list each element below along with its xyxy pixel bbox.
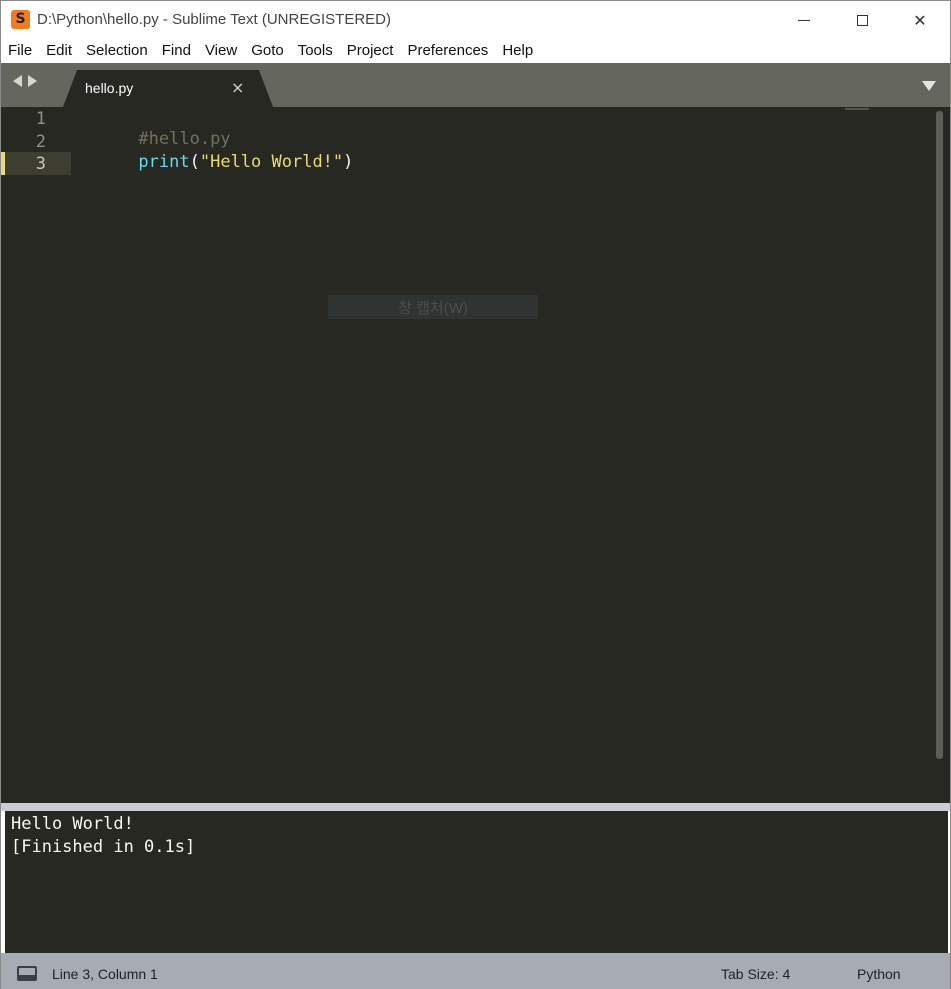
punctuation-token: ) — [343, 152, 354, 172]
current-line-marker — [1, 152, 5, 175]
app-window: S D:\Python\hello.py - Sublime Text (UNR… — [0, 0, 951, 989]
line-number: 2 — [35, 132, 46, 152]
tab-close-icon[interactable]: × — [231, 78, 244, 97]
line-number: 1 — [35, 109, 46, 129]
maximize-icon — [856, 14, 868, 26]
cursor-position: Line 3, Column 1 — [52, 966, 158, 982]
next-tab-arrow-icon[interactable] — [28, 75, 37, 87]
syntax-indicator[interactable]: Python — [857, 966, 901, 982]
code-line-2[interactable]: print("Hello World!") — [77, 132, 353, 192]
tab-size-indicator[interactable]: Tab Size: 4 — [721, 966, 790, 982]
punctuation-token: ( — [189, 152, 200, 172]
window-title: D:\Python\hello.py - Sublime Text (UNREG… — [37, 11, 392, 28]
menu-view[interactable]: View — [200, 39, 242, 63]
menu-file[interactable]: File — [3, 39, 37, 63]
window-capture-label: 창 캡처(W) — [398, 299, 468, 317]
editor-scrollbar[interactable] — [936, 111, 943, 759]
menu-tools[interactable]: Tools — [293, 39, 338, 63]
line-number-gutter: 1 2 3 — [1, 107, 71, 803]
previous-tab-arrow-icon[interactable] — [13, 75, 22, 87]
menu-help[interactable]: Help — [497, 39, 538, 63]
close-icon: ✕ — [913, 10, 927, 30]
menu-project[interactable]: Project — [342, 39, 399, 63]
minimap[interactable] — [845, 108, 869, 110]
menu-bar: File Edit Selection Find View Goto Tools… — [1, 39, 950, 63]
menu-edit[interactable]: Edit — [41, 39, 77, 63]
menu-preferences[interactable]: Preferences — [402, 39, 493, 63]
code-editor[interactable]: 1 2 3 #hello.py print("Hello World!") 창 … — [1, 107, 950, 803]
title-bar[interactable]: S D:\Python\hello.py - Sublime Text (UNR… — [1, 1, 950, 39]
output-line: [Finished in 0.1s] — [11, 837, 196, 857]
line-number-current: 3 — [35, 154, 46, 174]
output-line: Hello World! — [11, 814, 134, 834]
minimize-icon — [798, 19, 810, 21]
status-bar: Line 3, Column 1 Tab Size: 4 Python — [1, 953, 950, 989]
window-capture-overlay: 창 캡처(W) — [328, 295, 538, 319]
minimize-button[interactable] — [775, 1, 833, 39]
toggle-panel-icon[interactable] — [17, 966, 37, 981]
build-output-panel[interactable]: Hello World! [Finished in 0.1s] — [5, 811, 948, 953]
maximize-button[interactable] — [833, 1, 891, 39]
sublime-logo-icon: S — [11, 10, 30, 29]
string-token: "Hello World!" — [199, 152, 344, 172]
close-window-button[interactable]: ✕ — [891, 1, 949, 39]
menu-find[interactable]: Find — [157, 39, 196, 63]
tab-bar: hello.py × — [1, 63, 950, 107]
menu-selection[interactable]: Selection — [81, 39, 153, 63]
function-token: print — [138, 152, 190, 172]
output-panel-divider[interactable] — [1, 803, 950, 811]
tab-list-dropdown-icon[interactable] — [922, 81, 936, 91]
menu-goto[interactable]: Goto — [246, 39, 289, 63]
tab-hello-py[interactable]: hello.py × — [63, 70, 273, 107]
tab-label: hello.py — [85, 80, 134, 96]
tab-navigation — [13, 75, 37, 87]
